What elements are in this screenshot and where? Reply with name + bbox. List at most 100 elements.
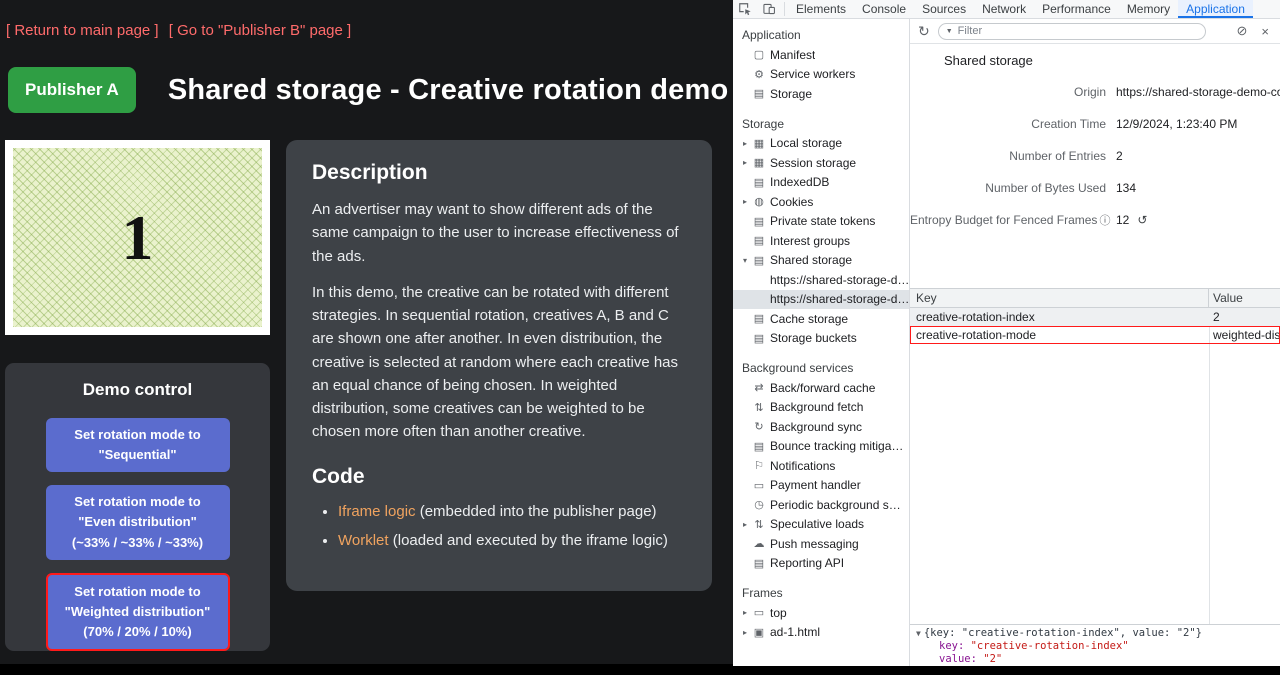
sidebar-item-label: https://shared-storage-d… (770, 273, 909, 287)
metadata-label: Number of Entries (910, 149, 1106, 163)
description-paragraph-2: In this demo, the creative can be rotate… (312, 281, 686, 444)
iframe-logic-link[interactable]: Iframe logic (338, 503, 416, 520)
storage-value-cell: 2 (1209, 310, 1280, 324)
filter-box: ▼ (938, 23, 1206, 40)
sidebar-item-cache-storage[interactable]: ▤Cache storage (733, 309, 909, 329)
sidebar-item-label: Push messaging (770, 537, 859, 551)
expander-icon[interactable]: ▸ (739, 520, 751, 529)
sidebar-item-label: Cache storage (770, 312, 848, 326)
sidebar-item-bounce-tracking-mitiga[interactable]: ▤Bounce tracking mitiga… (733, 437, 909, 457)
sidebar-item-storage[interactable]: ▤Storage (733, 84, 909, 104)
filter-input[interactable] (958, 25, 1198, 37)
page-nav: [ Return to main page ] [ Go to "Publish… (0, 0, 733, 39)
rotation-mode-button-1[interactable]: Set rotation mode to"Sequential" (46, 418, 230, 472)
delete-selected-icon[interactable]: × (1258, 24, 1272, 39)
sidebar-item-label: top (770, 606, 787, 620)
column-header-value[interactable]: Value (1209, 289, 1280, 307)
column-header-key[interactable]: Key (910, 289, 1209, 307)
sidebar-item-indexeddb[interactable]: ▤IndexedDB (733, 173, 909, 193)
button-label-line: "Weighted distribution" (52, 602, 224, 622)
sidebar-item-local-storage[interactable]: ▸▦Local storage (733, 134, 909, 154)
metadata-value: 134 (1116, 181, 1136, 195)
metadata-row-entropy-budget-for-fenced-frames: Entropy Budget for Fenced Framesⓘ12↺ (910, 204, 1280, 236)
tab-performance[interactable]: Performance (1034, 0, 1119, 18)
sidebar-item-session-storage[interactable]: ▸▦Session storage (733, 153, 909, 173)
background-fetch-icon: ⇅ (751, 401, 767, 414)
local-storage-icon: ▦ (751, 137, 767, 150)
metadata-value-text: 12 (1116, 213, 1129, 227)
tab-memory[interactable]: Memory (1119, 0, 1178, 18)
button-label-line: Set rotation mode to (52, 582, 224, 602)
tab-sources[interactable]: Sources (914, 0, 974, 18)
preview-entry-value: value: "2" (916, 653, 1274, 666)
expander-icon[interactable]: ▾ (739, 256, 751, 265)
tab-application[interactable]: Application (1178, 0, 1253, 18)
sidebar-item-storage-buckets[interactable]: ▤Storage buckets (733, 329, 909, 349)
panel-title: Shared storage (944, 53, 1280, 68)
tab-console[interactable]: Console (854, 0, 914, 18)
tab-network[interactable]: Network (974, 0, 1034, 18)
storage-row-creative-rotation-index[interactable]: creative-rotation-index2 (910, 308, 1280, 326)
sidebar-section-title: Application (733, 25, 909, 45)
device-toolbar-icon[interactable] (757, 0, 781, 18)
shared-storage-icon: ▤ (751, 254, 767, 267)
metadata-label-text: Origin (1074, 85, 1106, 99)
reset-budget-icon[interactable]: ↺ (1137, 213, 1147, 227)
sidebar-item-shared-storage-origin-1[interactable]: https://shared-storage-d… (733, 270, 909, 290)
expander-icon[interactable]: ▸ (739, 139, 751, 148)
sidebar-item-manifest[interactable]: ▢Manifest (733, 45, 909, 65)
sidebar-item-cookies[interactable]: ▸◍Cookies (733, 192, 909, 212)
code-bullet-item: Worklet (loaded and executed by the ifra… (338, 530, 686, 553)
sidebar-item-speculative-loads[interactable]: ▸⇅Speculative loads (733, 515, 909, 535)
sidebar-item-background-sync[interactable]: ↻Background sync (733, 417, 909, 437)
sidebar-item-ad-1-html[interactable]: ▸▣ad-1.html (733, 623, 909, 643)
sidebar-item-payment-handler[interactable]: ▭Payment handler (733, 476, 909, 496)
button-label-line: (~33% / ~33% / ~33%) (50, 533, 226, 553)
sidebar-item-label: Back/forward cache (770, 381, 875, 395)
sidebar-item-label: Cookies (770, 195, 813, 209)
tab-elements[interactable]: Elements (788, 0, 854, 18)
sidebar-item-private-state-tokens[interactable]: ▤Private state tokens (733, 212, 909, 232)
preview-summary[interactable]: ▼{key: "creative-rotation-index", value:… (916, 627, 1274, 640)
clear-all-icon[interactable]: ⊘ (1234, 23, 1251, 39)
sidebar-item-periodic-background-s[interactable]: ◷Periodic background s… (733, 495, 909, 515)
frame-icon: ▭ (751, 606, 767, 619)
sidebar-item-label: ad-1.html (770, 625, 820, 639)
metadata-value: https://shared-storage-demo-co (1116, 85, 1280, 99)
filter-funnel-icon: ▼ (946, 28, 953, 35)
inspect-element-icon[interactable] (733, 0, 757, 18)
button-label-line: "Even distribution" (50, 512, 226, 532)
demo-column: 1 Demo control Set rotation mode to"Sequ… (5, 140, 270, 651)
publisher-b-link[interactable]: [ Go to "Publisher B" page ] (169, 22, 351, 39)
page-content: 1 Demo control Set rotation mode to"Sequ… (5, 140, 733, 651)
sidebar-item-reporting-api[interactable]: ▤Reporting API (733, 554, 909, 574)
sidebar-item-push-messaging[interactable]: ☁Push messaging (733, 534, 909, 554)
devtools-tabbar: ElementsConsoleSourcesNetworkPerformance… (733, 0, 1280, 19)
sidebar-section-title: Background services (733, 358, 909, 378)
return-to-main-link[interactable]: [ Return to main page ] (6, 22, 159, 39)
refresh-icon[interactable]: ↻ (918, 23, 930, 40)
sidebar-item-label: IndexedDB (770, 175, 829, 189)
sidebar-item-background-fetch[interactable]: ⇅Background fetch (733, 398, 909, 418)
sidebar-item-service-workers[interactable]: ⚙Service workers (733, 65, 909, 85)
rotation-mode-button-2[interactable]: Set rotation mode to"Even distribution"(… (46, 485, 230, 559)
expander-icon[interactable]: ▸ (739, 608, 751, 617)
metadata-value-text: 12/9/2024, 1:23:40 PM (1116, 117, 1237, 131)
expander-icon[interactable]: ▸ (739, 197, 751, 206)
sidebar-item-top[interactable]: ▸▭top (733, 603, 909, 623)
sidebar-item-interest-groups[interactable]: ▤Interest groups (733, 231, 909, 251)
sidebar-item-shared-storage[interactable]: ▾▤Shared storage (733, 251, 909, 271)
expander-icon[interactable]: ▸ (739, 628, 751, 637)
expander-icon[interactable]: ▸ (739, 158, 751, 167)
storage-row-creative-rotation-mode[interactable]: creative-rotation-modeweighted-distribut… (910, 326, 1280, 344)
background-sync-icon: ↻ (751, 420, 767, 433)
info-icon[interactable]: ⓘ (1099, 215, 1110, 227)
storage-buckets-icon: ▤ (751, 332, 767, 345)
rotation-mode-button-3[interactable]: Set rotation mode to"Weighted distributi… (46, 573, 230, 651)
worklet-link[interactable]: Worklet (338, 532, 389, 549)
sidebar-item-shared-storage-origin-2[interactable]: https://shared-storage-d… (733, 290, 909, 310)
sidebar-item-notifications[interactable]: ⚐Notifications (733, 456, 909, 476)
sidebar-item-back-forward-cache[interactable]: ⇄Back/forward cache (733, 378, 909, 398)
sidebar-section-title: Frames (733, 583, 909, 603)
metadata-label: Number of Bytes Used (910, 181, 1106, 195)
